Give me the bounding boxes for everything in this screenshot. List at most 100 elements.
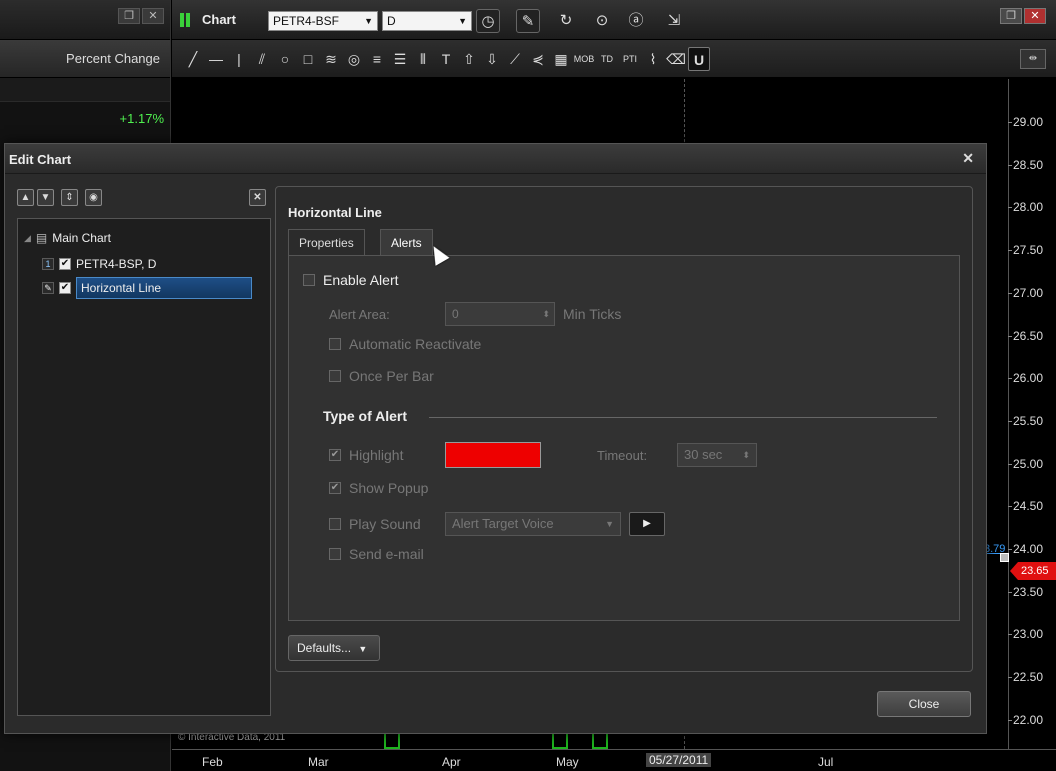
alert-area-input[interactable]: 0 ⬍ <box>445 302 555 326</box>
show-popup-row: ✔ Show Popup <box>329 480 428 496</box>
show-popup-checkbox[interactable]: ✔ <box>329 482 341 494</box>
y-tick-label: 27.50 <box>1007 243 1044 258</box>
restore-icon[interactable]: ❐ <box>1000 8 1022 24</box>
enable-alert-checkbox[interactable] <box>303 274 315 286</box>
horizontal-line-tool-icon[interactable]: — <box>205 47 227 71</box>
x-tick-label: Mar <box>308 755 329 769</box>
parallel-lines-tool-icon[interactable]: ⫽ <box>251 47 273 71</box>
hline-handle[interactable] <box>1000 553 1009 562</box>
time-zones-tool-icon[interactable]: ⦀ <box>412 47 434 71</box>
play-sound-row: Play Sound Alert Target Voice ▼ ▶ <box>329 512 665 536</box>
eraser-tool-icon[interactable]: ⌫ <box>665 47 687 71</box>
ellipse-tool-icon[interactable]: ○ <box>274 47 296 71</box>
speed-lines-tool-icon[interactable]: ⋞ <box>527 47 549 71</box>
percent-change-value[interactable]: +1.17% <box>0 102 170 136</box>
tree-item-series[interactable]: 1 ✔ PETR4-BSP, D <box>42 253 156 275</box>
retracement-tool-icon[interactable]: ☰ <box>389 47 411 71</box>
cycle-tool-icon[interactable]: ◎ <box>343 47 365 71</box>
series-visible-checkbox[interactable]: ✔ <box>59 258 71 270</box>
vertical-line-tool-icon[interactable]: | <box>228 47 250 71</box>
fibonacci-tool-icon[interactable]: ≡ <box>366 47 388 71</box>
arrow-down-tool-icon[interactable]: ⇩ <box>481 47 503 71</box>
tree-item-main-chart[interactable]: ◢ ▤ Main Chart <box>24 227 111 249</box>
enable-alert-row[interactable]: Enable Alert <box>303 272 399 288</box>
timeout-spinner[interactable]: 30 sec ⬍ <box>677 443 757 467</box>
alert-icon[interactable]: ⓐ <box>624 9 648 33</box>
gann-tool-icon[interactable]: ⟋ <box>504 47 526 71</box>
dialog-titlebar[interactable]: Edit Chart ✕ <box>5 144 986 174</box>
once-per-bar-checkbox[interactable] <box>329 370 341 382</box>
grid-tool-icon[interactable]: ▦ <box>550 47 572 71</box>
close-icon[interactable]: ✕ <box>1024 8 1046 24</box>
play-sound-checkbox[interactable] <box>329 518 341 530</box>
clock-icon[interactable]: ◷ <box>476 9 500 33</box>
pencil-icon: ✎ <box>42 282 54 294</box>
tree-item-selected[interactable]: Horizontal Line <box>76 277 252 299</box>
period-dropdown[interactable]: D ▼ <box>382 11 472 31</box>
highlight-checkbox[interactable]: ✔ <box>329 449 341 461</box>
tab-alerts[interactable]: Alerts <box>380 229 433 255</box>
move-down-icon[interactable]: ▼ <box>37 189 54 206</box>
spinner-icon[interactable]: ⬍ <box>542 303 550 325</box>
defaults-button[interactable]: Defaults... ▼ <box>288 635 380 661</box>
delete-icon[interactable]: ✕ <box>249 189 266 206</box>
chart-window-icon: ▤ <box>35 231 48 245</box>
pencil-icon[interactable]: ✎ <box>516 9 540 33</box>
restore-icon[interactable]: ❐ <box>118 8 140 24</box>
trendline-tool-icon[interactable]: ╱ <box>182 47 204 71</box>
close-button[interactable]: Close <box>877 691 971 717</box>
spinner-icon[interactable]: ⬍ <box>742 444 750 466</box>
zigzag-tool-icon[interactable]: ⌇ <box>642 47 664 71</box>
mob-tool-icon[interactable]: MOB <box>573 47 595 71</box>
symbol-dropdown[interactable]: PETR4-BSF ▼ <box>268 11 378 31</box>
type-of-alert-heading: Type of Alert <box>323 408 408 424</box>
chevron-down-icon: ▼ <box>364 16 373 26</box>
y-tick-label: 26.50 <box>1007 328 1044 343</box>
x-tick-label: Feb <box>202 755 223 769</box>
rectangle-tool-icon[interactable]: □ <box>297 47 319 71</box>
price-axis[interactable]: 29.00 28.50 28.00 27.50 27.00 26.50 26.00 25.50… <box>1007 79 1056 749</box>
x-tick-label: Jul <box>818 755 834 769</box>
refresh-icon[interactable]: ↻ <box>554 9 578 33</box>
chevron-down-icon: ▼ <box>458 16 467 26</box>
tab-properties[interactable]: Properties <box>288 229 365 255</box>
close-icon[interactable]: ✕ <box>962 150 974 167</box>
y-tick-label: 27.00 <box>1007 285 1044 300</box>
send-email-label: Send e-mail <box>349 546 424 562</box>
move-up-icon[interactable]: ▲ <box>17 189 34 206</box>
y-tick-label: 25.00 <box>1007 456 1044 471</box>
toolbar-options-icon[interactable]: ⇹ <box>1020 49 1046 69</box>
close-icon[interactable]: ✕ <box>142 8 164 24</box>
move-pane-icon[interactable]: ⇕ <box>61 189 78 206</box>
y-tick-label: 22.00 <box>1007 712 1044 727</box>
link-icon[interactable]: ⇲ <box>662 9 686 33</box>
watchlist-row-empty <box>0 78 170 102</box>
sound-dropdown[interactable]: Alert Target Voice ▼ <box>445 512 621 536</box>
percent-change-header[interactable]: Percent Change <box>0 40 170 78</box>
tree-item-horizontal-line-row[interactable]: ✎ ✔ Horizontal Line <box>42 277 252 299</box>
arrow-up-tool-icon[interactable]: ⇧ <box>458 47 480 71</box>
text-tool-icon[interactable]: T <box>435 47 457 71</box>
y-tick-label: 23.50 <box>1007 584 1044 599</box>
watchlist-titlebar: ❐ ✕ <box>0 0 170 40</box>
eye-icon[interactable]: ◉ <box>85 189 102 206</box>
tree-toolbar: ▲ ▼ ⇕ ◉ ✕ <box>17 186 271 212</box>
hline-visible-checkbox[interactable]: ✔ <box>59 282 71 294</box>
send-email-checkbox[interactable] <box>329 548 341 560</box>
alerts-tab-body: Enable Alert Alert Area: 0 ⬍ Min Ticks A… <box>288 255 960 621</box>
play-circle-icon[interactable]: ⊙ <box>590 9 614 33</box>
panel-title: Horizontal Line <box>288 205 382 220</box>
expand-triangle-icon[interactable]: ◢ <box>24 227 31 249</box>
time-axis[interactable]: Feb Mar Apr May 05/27/2011 Jul <box>172 749 1056 771</box>
chevron-down-icon: ▼ <box>358 644 368 654</box>
chart-title: Chart <box>202 12 236 27</box>
pti-tool-icon[interactable]: PTI <box>619 47 641 71</box>
td-tool-icon[interactable]: TD <box>596 47 618 71</box>
play-icon[interactable]: ▶ <box>629 512 665 536</box>
auto-reactivate-checkbox[interactable] <box>329 338 341 350</box>
show-popup-label: Show Popup <box>349 480 429 496</box>
channel-tool-icon[interactable]: ≋ <box>320 47 342 71</box>
sound-value: Alert Target Voice <box>452 516 554 531</box>
magnet-icon[interactable]: U <box>688 46 710 71</box>
highlight-color-swatch[interactable] <box>445 442 541 468</box>
